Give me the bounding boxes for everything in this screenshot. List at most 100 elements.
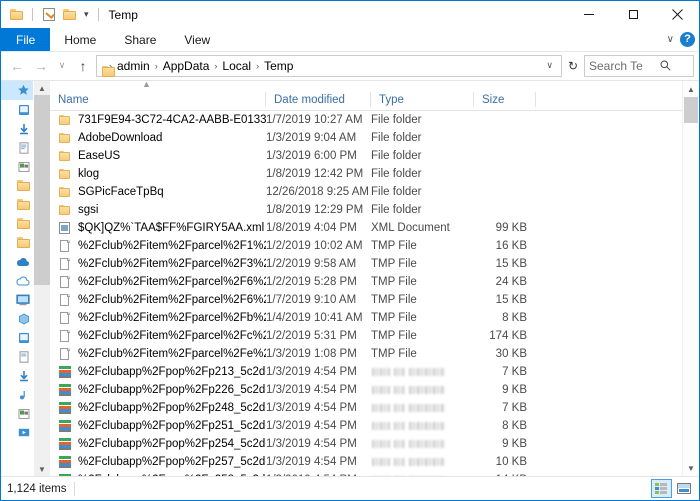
cell-name[interactable]: $QK]QZ%`TAA$FF%FGIRY5AA.xml (50, 219, 266, 237)
tab-view[interactable]: View (170, 28, 224, 51)
list-scroll-down-arrow-icon[interactable]: ▼ (687, 460, 695, 476)
nav-scroll-down-arrow-icon[interactable]: ▼ (38, 462, 46, 476)
table-row[interactable]: %2Fclub%2Fitem%2Fparcel%2F6%2F649...1/7/… (50, 291, 682, 309)
table-row[interactable]: %2Fclub%2Fitem%2Fparcel%2F6%2F6f58...1/2… (50, 273, 682, 291)
table-row[interactable]: %2Fclubapp%2Fpop%2Fp213_5c2dcdc2_...1/3/… (50, 363, 682, 381)
cell-name[interactable]: klog (50, 165, 266, 183)
breadcrumb-item-local[interactable]: Local (220, 59, 253, 73)
nav-item-documents-2[interactable] (1, 347, 33, 366)
nav-item-folder-3[interactable] (1, 214, 33, 233)
tab-file[interactable]: File (1, 28, 50, 51)
nav-item-downloads-2[interactable] (1, 366, 33, 385)
nav-scroll-thumb[interactable] (34, 95, 50, 285)
tab-home[interactable]: Home (50, 28, 110, 51)
breadcrumb[interactable]: › admin › AppData › Local › Temp ∨ (96, 55, 562, 77)
properties-icon[interactable] (40, 6, 57, 23)
table-row[interactable]: sgsi1/8/2019 12:29 PMFile folder (50, 201, 682, 219)
nav-item-desktop[interactable] (1, 100, 33, 119)
table-row[interactable]: AdobeDownload1/3/2019 9:04 AMFile folder (50, 129, 682, 147)
column-header-type[interactable]: Type (371, 92, 474, 107)
nav-item-documents[interactable] (1, 138, 33, 157)
nav-item-this-pc[interactable] (1, 290, 33, 309)
maximize-button[interactable] (611, 1, 655, 28)
cell-name[interactable]: %2Fclubapp%2Fpop%2Fp213_5c2dcdc2_... (50, 363, 266, 381)
cell-name[interactable]: %2Fclub%2Fitem%2Fparcel%2Fc%2Fcd2... (50, 327, 266, 345)
back-button[interactable]: ← (6, 55, 28, 77)
navigation-pane[interactable] (1, 81, 33, 476)
table-row[interactable]: %2Fclubapp%2Fpop%2Fp251_5c2dcdc2_...1/3/… (50, 417, 682, 435)
navigation-pane-scrollbar[interactable]: ▲ ▼ (33, 81, 50, 476)
table-row[interactable]: %2Fclubapp%2Fpop%2Fp257_5c2dcdc2_...1/3/… (50, 453, 682, 471)
nav-item-quick-access[interactable] (1, 81, 33, 100)
column-header-name[interactable]: Name (50, 92, 266, 107)
table-row[interactable]: %2Fclub%2Fitem%2Fparcel%2Fe%2Fe11...1/3/… (50, 345, 682, 363)
cell-name[interactable]: %2Fclub%2Fitem%2Fparcel%2F1%2F119... (50, 237, 266, 255)
list-scroll-thumb[interactable] (684, 97, 698, 123)
nav-item-pictures[interactable] (1, 157, 33, 176)
up-button[interactable]: ↑ (72, 55, 94, 77)
cell-name[interactable]: %2Fclub%2Fitem%2Fparcel%2F6%2F6f58... (50, 273, 266, 291)
help-icon[interactable]: ? (680, 32, 695, 47)
cell-name[interactable]: AdobeDownload (50, 129, 266, 147)
table-row[interactable]: EaseUS1/3/2019 6:00 PMFile folder (50, 147, 682, 165)
cell-name[interactable]: %2Fclub%2Fitem%2Fparcel%2Fb%2Fb68... (50, 309, 266, 327)
new-folder-icon[interactable] (61, 6, 78, 23)
nav-scroll-up-arrow-icon[interactable]: ▲ (38, 81, 46, 95)
nav-item-folder-4[interactable] (1, 233, 33, 252)
refresh-button[interactable]: ↻ (564, 59, 582, 73)
cell-name[interactable]: %2Fclub%2Fitem%2Fparcel%2F6%2F649... (50, 291, 266, 309)
search-box[interactable]: Search Te (584, 55, 694, 77)
nav-item-music[interactable] (1, 385, 33, 404)
cell-name[interactable]: sgsi (50, 201, 266, 219)
recent-locations-caret-icon[interactable]: ∨ (54, 55, 70, 77)
nav-item-onedrive[interactable] (1, 252, 33, 271)
nav-item-videos[interactable] (1, 423, 33, 442)
table-row[interactable]: SGPicFaceTpBq12/26/2018 9:25 AMFile fold… (50, 183, 682, 201)
forward-button[interactable]: → (30, 55, 52, 77)
nav-item-pictures-2[interactable] (1, 404, 33, 423)
table-row[interactable]: $QK]QZ%`TAA$FF%FGIRY5AA.xml1/8/2019 4:04… (50, 219, 682, 237)
cell-name[interactable]: %2Fclubapp%2Fpop%2Fp248_5c2dcdc2_... (50, 399, 266, 417)
table-row[interactable]: klog1/8/2019 12:42 PMFile folder (50, 165, 682, 183)
customize-quick-access-caret-icon[interactable]: ▾ (82, 10, 91, 19)
table-row[interactable]: %2Fclub%2Fitem%2Fparcel%2F1%2F119...1/2/… (50, 237, 682, 255)
file-list-scrollbar[interactable]: ▲ ▼ (682, 81, 699, 476)
address-dropdown-caret-icon[interactable]: ∨ (541, 60, 558, 71)
breadcrumb-item-temp[interactable]: Temp (262, 59, 295, 73)
cell-name[interactable]: %2Fclubapp%2Fpop%2Fp254_5c2dcdc2_... (50, 435, 266, 453)
minimize-button[interactable] (567, 1, 611, 28)
list-scroll-up-arrow-icon[interactable]: ▲ (687, 81, 695, 97)
tab-share[interactable]: Share (110, 28, 170, 51)
close-button[interactable] (655, 1, 699, 28)
nav-item-folder-1[interactable] (1, 176, 33, 195)
table-row[interactable]: %2Fclubapp%2Fpop%2Fp226_5c2dcdc2_...1/3/… (50, 381, 682, 399)
table-row[interactable]: %2Fclubapp%2Fpop%2Fp248_5c2dcdc2_...1/3/… (50, 399, 682, 417)
cell-name[interactable]: EaseUS (50, 147, 266, 165)
table-row[interactable]: %2Fclubapp%2Fpop%2Fp254_5c2dcdc2_...1/3/… (50, 435, 682, 453)
nav-item-downloads[interactable] (1, 119, 33, 138)
table-row[interactable]: %2Fclub%2Fitem%2Fparcel%2Fc%2Fcd2...1/2/… (50, 327, 682, 345)
nav-item-cloud[interactable] (1, 271, 33, 290)
cell-name[interactable]: 731F9E94-3C72-4CA2-AABB-E01334EF7473 (50, 111, 266, 129)
details-view-button[interactable] (651, 479, 672, 498)
table-row[interactable]: %2Fclub%2Fitem%2Fparcel%2F3%2F383...1/2/… (50, 255, 682, 273)
column-header-date-modified[interactable]: Date modified (266, 92, 371, 107)
table-row[interactable]: %2Fclub%2Fitem%2Fparcel%2Fb%2Fb68...1/4/… (50, 309, 682, 327)
breadcrumb-item-admin[interactable]: admin (115, 59, 152, 73)
cell-name[interactable]: %2Fclubapp%2Fpop%2Fp257_5c2dcdc2_... (50, 453, 266, 471)
large-icons-view-button[interactable] (673, 479, 694, 498)
column-header-size[interactable]: Size (474, 92, 536, 107)
nav-item-desktop-2[interactable] (1, 328, 33, 347)
quick-access-folder-icon[interactable] (8, 6, 25, 23)
cell-name[interactable]: SGPicFaceTpBq (50, 183, 266, 201)
breadcrumb-item-appdata[interactable]: AppData (161, 59, 212, 73)
cell-name[interactable]: %2Fclub%2Fitem%2Fparcel%2Fe%2Fe11... (50, 345, 266, 363)
cell-name[interactable]: %2Fclubapp%2Fpop%2Fp251_5c2dcdc2_... (50, 417, 266, 435)
table-row[interactable]: 731F9E94-3C72-4CA2-AABB-E01334EF74731/7/… (50, 111, 682, 129)
cell-name[interactable]: %2Fclub%2Fitem%2Fparcel%2F3%2F383... (50, 255, 266, 273)
nav-item-3d-objects[interactable] (1, 309, 33, 328)
nav-item-folder-2[interactable] (1, 195, 33, 214)
expand-ribbon-caret-icon[interactable]: ∨ (667, 34, 674, 45)
cell-name[interactable]: %2Fclubapp%2Fpop%2Fp226_5c2dcdc2_... (50, 381, 266, 399)
search-input[interactable]: Search Te (589, 59, 660, 73)
